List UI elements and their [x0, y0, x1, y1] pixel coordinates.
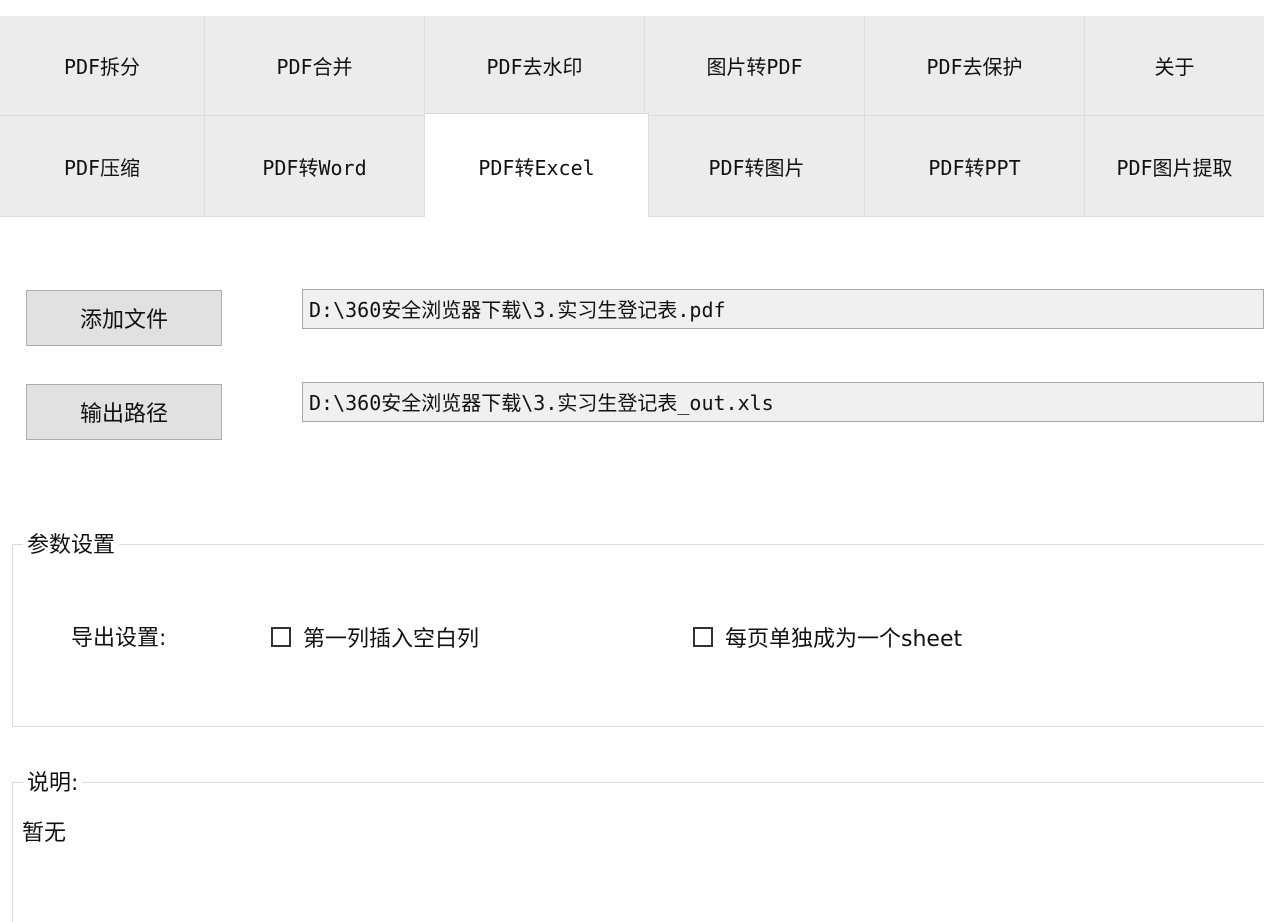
- output-file-path-field[interactable]: D:\360安全浏览器下载\3.实习生登记表_out.xls: [302, 382, 1264, 422]
- notes-group: 说明:: [12, 765, 1264, 922]
- checkbox-label: 第一列插入空白列: [303, 627, 480, 652]
- output-path-button[interactable]: 输出路径: [26, 384, 222, 440]
- tab-pdf-to-ppt[interactable]: PDF转PPT: [865, 116, 1085, 217]
- tab-label: PDF合并: [276, 55, 353, 79]
- tab-pdf-merge[interactable]: PDF合并: [205, 16, 425, 116]
- tab-pdf-to-image[interactable]: PDF转图片: [649, 116, 865, 217]
- button-label: 输出路径: [79, 402, 168, 427]
- checkbox-label: 每页单独成为一个sheet: [725, 627, 963, 652]
- tab-about[interactable]: 关于: [1085, 16, 1264, 116]
- tab-label: PDF图片提取: [1116, 155, 1233, 180]
- button-label: 添加文件: [79, 308, 168, 333]
- tab-label: PDF去保护: [926, 55, 1023, 79]
- tab-strip: PDF拆分 PDF合并 PDF去水印 图片转PDF PDF去保护 关于 PDF压…: [0, 16, 1264, 217]
- add-file-button[interactable]: 添加文件: [26, 290, 222, 346]
- insert-blank-column-checkbox[interactable]: 第一列插入空白列: [271, 621, 479, 653]
- checkbox-box[interactable]: [271, 627, 291, 647]
- checkbox-box[interactable]: [693, 627, 713, 647]
- tab-label: PDF转Excel: [478, 156, 595, 180]
- tab-pdf-remove-watermark[interactable]: PDF去水印: [425, 16, 645, 116]
- notes-title: 说明:: [23, 765, 83, 797]
- tab-label: PDF转Word: [262, 155, 367, 180]
- tab-pdf-to-excel[interactable]: PDF转Excel: [425, 113, 649, 217]
- input-file-path-field[interactable]: D:\360安全浏览器下载\3.实习生登记表.pdf: [302, 289, 1264, 329]
- tab-label: PDF转图片: [708, 155, 805, 180]
- tab-label: PDF拆分: [63, 55, 141, 79]
- tab-image-to-pdf[interactable]: 图片转PDF: [645, 16, 865, 116]
- tab-pdf-split[interactable]: PDF拆分: [0, 16, 205, 116]
- parameter-settings-group: 参数设置 导出设置: 第一列插入空白列 每页单独成为一个sheet: [12, 527, 1264, 727]
- parameter-settings-title: 参数设置: [23, 527, 120, 559]
- tab-pdf-image-extract[interactable]: PDF图片提取: [1085, 116, 1264, 217]
- tab-label: PDF转PPT: [928, 155, 1021, 180]
- tab-label: 关于: [1154, 55, 1195, 79]
- tab-label: PDF去水印: [486, 55, 583, 79]
- tab-pdf-to-word[interactable]: PDF转Word: [205, 116, 425, 217]
- tab-label: 图片转PDF: [706, 55, 803, 79]
- export-settings-label: 导出设置:: [71, 626, 167, 651]
- window-top-edge: [0, 0, 1264, 16]
- sheet-per-page-checkbox[interactable]: 每页单独成为一个sheet: [693, 621, 962, 653]
- tab-label: PDF压缩: [63, 155, 141, 180]
- notes-text: 暂无: [22, 821, 67, 846]
- tab-pdf-remove-protection[interactable]: PDF去保护: [865, 16, 1085, 116]
- tab-pdf-compress[interactable]: PDF压缩: [0, 116, 205, 217]
